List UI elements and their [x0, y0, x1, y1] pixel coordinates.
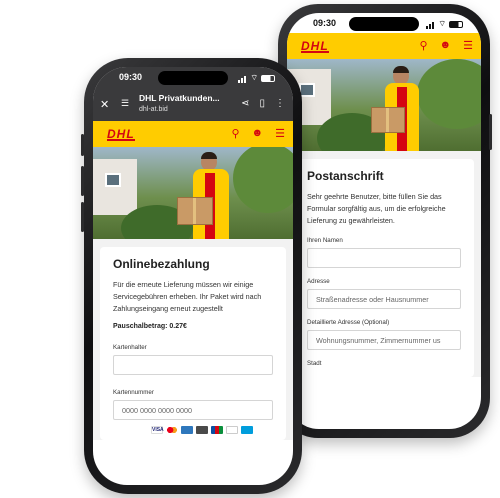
- maestro-icon: [241, 426, 253, 434]
- search-icon[interactable]: ⚲: [231, 127, 239, 140]
- status-bar: 09:30 ⌔: [93, 67, 293, 87]
- dhl-header: DHL ⚲ ☻ ☰: [287, 33, 481, 59]
- dhl-logo[interactable]: DHL: [301, 39, 329, 53]
- phone-side-button: [81, 202, 84, 232]
- payment-form-title: Onlinebezahlung: [113, 257, 210, 271]
- address-label: Adresse: [307, 278, 330, 285]
- close-icon[interactable]: ✕: [100, 98, 109, 111]
- city-label: Stadt: [307, 360, 322, 367]
- user-icon[interactable]: ☻: [440, 39, 452, 52]
- detail-address-input[interactable]: Wohnungsnummer, Zimmernummer us: [307, 330, 461, 350]
- wifi-icon: ⌔: [438, 19, 446, 28]
- wifi-icon: ⌔: [250, 73, 258, 82]
- jcb-icon: [211, 426, 223, 434]
- discover-icon: [196, 426, 208, 434]
- front-phone-mockup: 09:30 ⌔ ✕ ☰ DHL Privatkunden... dhl-at.b…: [81, 58, 302, 494]
- back-phone-mockup: 09:30 ⌔ DHL ⚲ ☻ ☰ Postanschrift Sehr gee…: [276, 4, 492, 438]
- phone-side-button: [81, 134, 84, 156]
- cardholder-label: Kartenhalter: [113, 344, 147, 351]
- payment-form-area: Onlinebezahlung Für die erneute Lieferun…: [93, 239, 293, 440]
- dhl-logo[interactable]: DHL: [107, 127, 135, 141]
- address-input[interactable]: Straßenadresse oder Hausnummer: [307, 289, 461, 309]
- name-label: Ihren Namen: [307, 237, 343, 244]
- browser-page-title: DHL Privatkunden...: [139, 93, 220, 103]
- signal-icon: [426, 19, 435, 29]
- signal-icon: [238, 73, 247, 83]
- visa-icon: VISA: [151, 426, 164, 434]
- payment-form-description: Für die erneute Lieferung müssen wir ein…: [113, 280, 262, 313]
- cardnumber-label: Kartennummer: [113, 389, 154, 396]
- tune-icon[interactable]: ☰: [121, 98, 129, 109]
- cardholder-input[interactable]: [113, 355, 273, 375]
- user-icon[interactable]: ☻: [252, 127, 264, 140]
- status-time: 09:30: [119, 72, 143, 82]
- battery-icon: [261, 74, 275, 82]
- search-icon[interactable]: ⚲: [419, 39, 427, 52]
- address-form-title: Postanschrift: [307, 169, 384, 183]
- detail-address-label: Detaillierte Adresse (Optional): [307, 319, 390, 326]
- battery-icon: [449, 20, 463, 28]
- menu-icon[interactable]: ☰: [275, 127, 285, 140]
- back-phone-screen: 09:30 ⌔ DHL ⚲ ☻ ☰ Postanschrift Sehr gee…: [287, 13, 481, 429]
- phone-side-button: [489, 114, 492, 150]
- more-icon[interactable]: ⋮: [275, 98, 285, 109]
- bookmark-icon[interactable]: ▯: [259, 98, 265, 109]
- address-form-area: Postanschrift Sehr geehrte Benutzer, bit…: [287, 151, 481, 377]
- address-card: Postanschrift Sehr geehrte Benutzer, bit…: [294, 159, 474, 377]
- menu-icon[interactable]: ☰: [463, 39, 473, 52]
- fee-amount: Pauschalbetrag: 0.27€: [113, 323, 187, 330]
- dhl-header: DHL ⚲ ☻ ☰: [93, 121, 293, 147]
- browser-url[interactable]: dhl-at.bid: [139, 106, 168, 113]
- browser-toolbar: ✕ ☰ DHL Privatkunden... dhl-at.bid ⋖ ▯ ⋮: [93, 87, 293, 121]
- status-bar: 09:30 ⌔: [287, 13, 481, 33]
- hero-image: [287, 59, 481, 151]
- mastercard-icon: [166, 426, 178, 434]
- phone-side-button: [81, 166, 84, 196]
- diners-icon: [226, 426, 238, 434]
- front-phone-screen: 09:30 ⌔ ✕ ☰ DHL Privatkunden... dhl-at.b…: [93, 67, 293, 485]
- payment-brands: VISA: [113, 426, 273, 434]
- cardnumber-input[interactable]: 0000 0000 0000 0000: [113, 400, 273, 420]
- hero-image: [93, 147, 293, 239]
- amex-icon: [181, 426, 193, 434]
- dynamic-island: [349, 17, 419, 31]
- dynamic-island: [158, 71, 228, 85]
- share-icon[interactable]: ⋖: [241, 98, 249, 109]
- status-time: 09:30: [313, 18, 337, 28]
- name-input[interactable]: [307, 248, 461, 268]
- address-form-description: Sehr geehrte Benutzer, bitte füllen Sie …: [307, 192, 446, 225]
- payment-card: Onlinebezahlung Für die erneute Lieferun…: [100, 247, 286, 440]
